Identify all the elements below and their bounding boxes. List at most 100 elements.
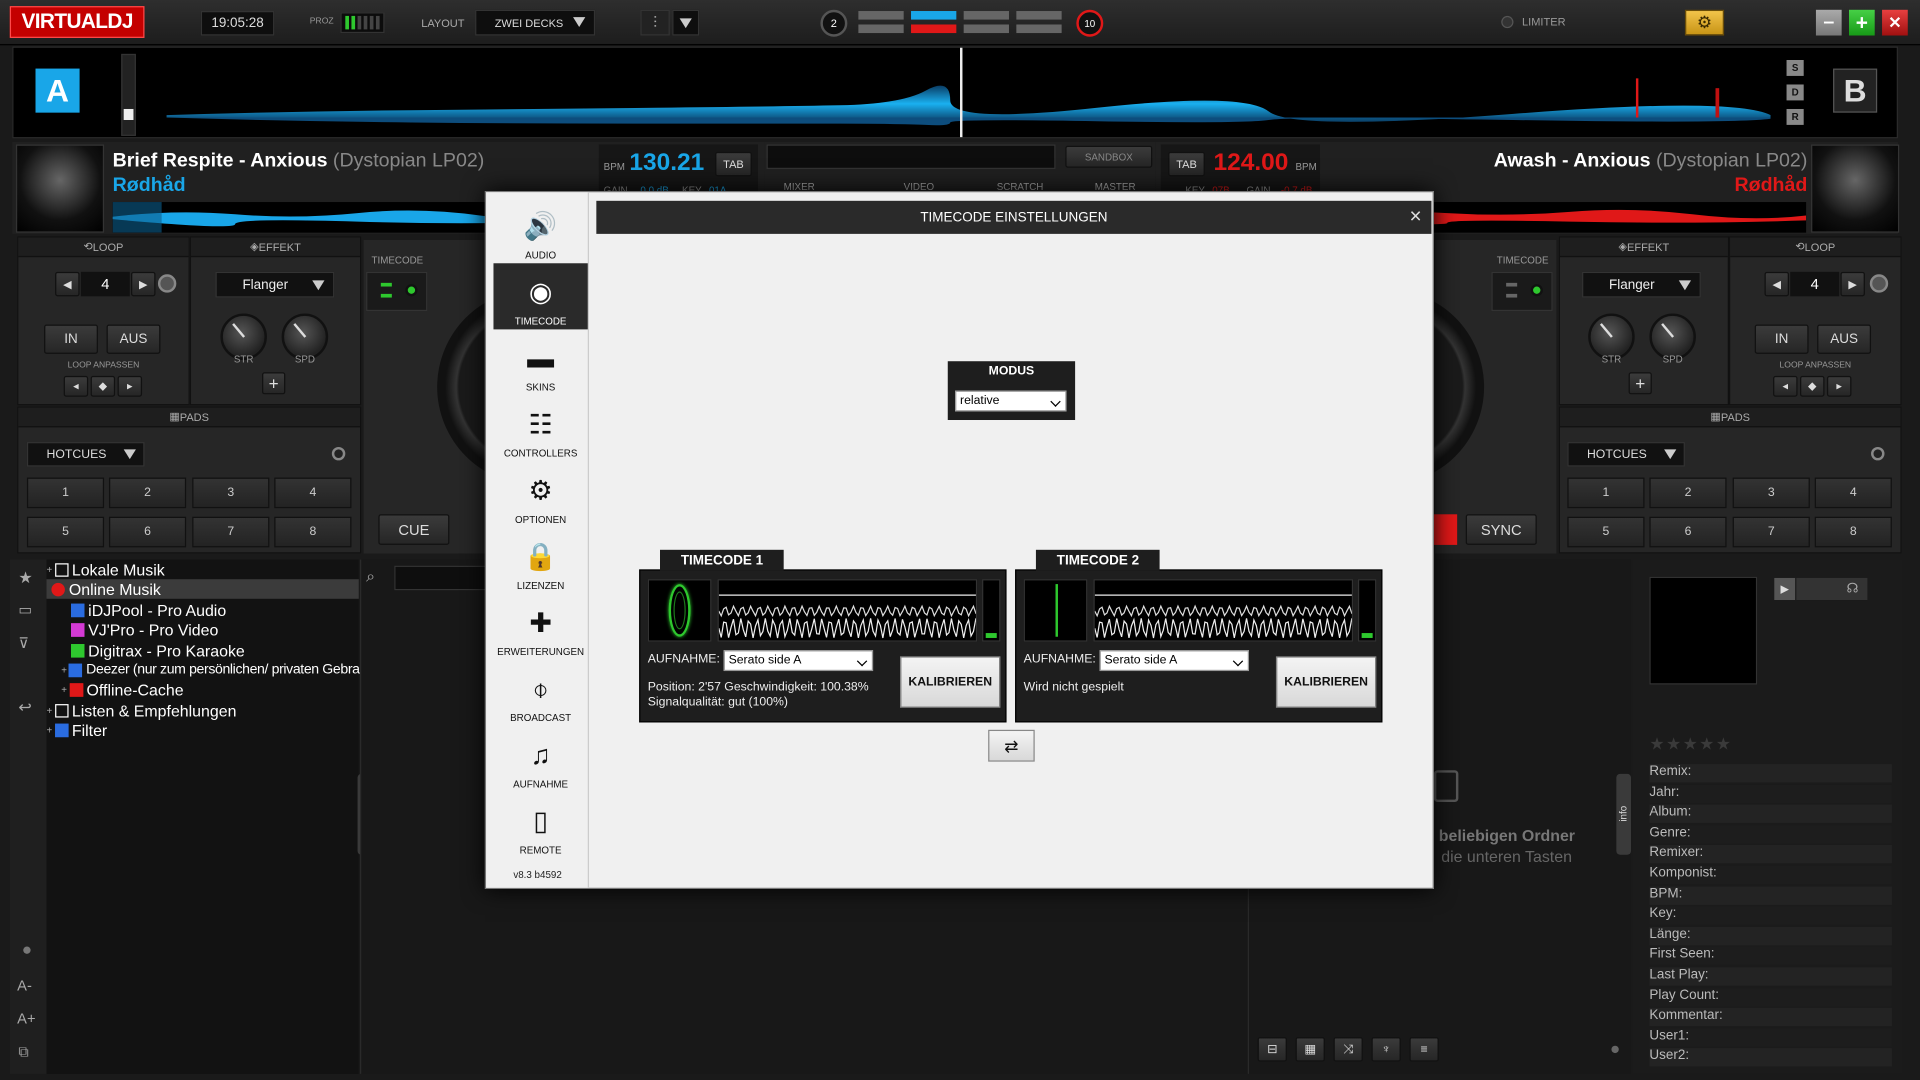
deck-b-pad-1[interactable]: 1 [1567, 477, 1645, 509]
rating-stars[interactable]: ★★★★★ [1649, 733, 1732, 754]
waveform-mode-icon[interactable]: ⫶ [640, 9, 670, 36]
sidebar-item-aufnahme[interactable]: ♫ AUFNAHME [493, 726, 587, 792]
layout-select[interactable]: ZWEI DECKS [475, 9, 596, 36]
deck-a-pad-8[interactable]: 8 [274, 516, 352, 548]
timecode-2-calibrate-button[interactable]: KALIBRIEREN [1275, 656, 1377, 708]
tree-item-digitrax[interactable]: Digitrax - Pro Karaoke [71, 640, 245, 660]
sidebar-item-skins[interactable]: ▬ SKINS [493, 329, 587, 395]
tree-item-offline-cache[interactable]: + Offline-Cache [61, 680, 183, 700]
deck-b-add-effect[interactable]: + [1628, 372, 1652, 395]
tree-item-deezer[interactable]: + Deezer (nur zum persönlichen/ privaten … [61, 660, 386, 680]
deck-layout-slot-3[interactable] [911, 11, 957, 20]
filter-icon[interactable]: ⊽ [18, 634, 29, 651]
deck-b-loop-shift[interactable]: ◆ [1800, 375, 1825, 397]
tree-item-online-musik[interactable]: Online Musik [46, 579, 359, 599]
deck-a-loop-up[interactable]: ▶ [131, 271, 156, 297]
close-window-icon[interactable]: ✕ [1882, 9, 1908, 36]
drive-icon[interactable]: ▭ [18, 601, 32, 618]
deck-b-effect-select[interactable]: Flanger [1582, 271, 1701, 298]
right-deck-selector[interactable]: 10 [1076, 9, 1104, 37]
deck-a-timecode-toggle[interactable] [366, 271, 428, 312]
shuffle-icon[interactable]: ⤨ [1333, 1037, 1363, 1062]
deck-layout-slot-1[interactable] [858, 11, 904, 20]
deck-b-loop-down[interactable]: ◀ [1764, 271, 1789, 297]
timecode-2-input-select[interactable]: Serato side A [1099, 650, 1249, 672]
sidebar-item-controllers[interactable]: ☷ CONTROLLERS [493, 396, 587, 462]
tree-item-lokale-musik[interactable]: + Lokale Musik [47, 560, 165, 580]
deck-layout-slot-2[interactable] [858, 24, 904, 34]
timecode-1-calibrate-button[interactable]: KALIBRIEREN [900, 656, 1001, 708]
deck-b-pad-8[interactable]: 8 [1814, 516, 1892, 548]
deck-a-loop-shift[interactable]: ◆ [90, 375, 116, 397]
favorites-star-icon[interactable]: ★ [18, 568, 32, 588]
deck-a-pad-4[interactable]: 4 [274, 477, 352, 509]
sandbox-button[interactable]: SANDBOX [1065, 145, 1153, 168]
deck-a-cue-button[interactable]: CUE [378, 514, 450, 545]
maximize-icon[interactable]: + [1848, 9, 1875, 36]
deck-a-pad-1[interactable]: 1 [26, 477, 105, 509]
deck-b-pad-mode[interactable]: HOTCUES [1567, 442, 1685, 467]
deck-layout-slot-5[interactable] [963, 11, 1009, 20]
minimize-icon[interactable]: – [1815, 9, 1842, 36]
deck-b-tap-button[interactable]: TAB [1168, 151, 1205, 177]
deck-b-pad-7[interactable]: 7 [1732, 516, 1810, 548]
deck-b-pad-6[interactable]: 6 [1649, 516, 1727, 548]
info-tab[interactable]: info [1616, 773, 1632, 855]
search-icon[interactable]: ⌕ [366, 567, 390, 591]
grid-view-icon[interactable]: ▦ [1295, 1037, 1325, 1062]
deck-b-pad-option[interactable] [1871, 446, 1885, 461]
deck-a-pad-7[interactable]: 7 [192, 516, 270, 548]
deck-a-effect-select[interactable]: Flanger [215, 271, 335, 298]
sidebar-item-audio[interactable]: 🔊 AUDIO [493, 197, 587, 263]
sidebar-item-erweiterungen[interactable]: ✚ ERWEITERUNGEN [493, 594, 587, 660]
deck-b-timecode-toggle[interactable] [1491, 271, 1553, 312]
deck-layout-slot-4[interactable] [911, 24, 957, 34]
sideview-icon[interactable]: ⊟ [1257, 1037, 1287, 1062]
deck-b-pad-2[interactable]: 2 [1649, 477, 1727, 509]
expand-browser-icon[interactable]: ⧉ [18, 1043, 29, 1061]
automix-icon[interactable]: ≡ [1409, 1037, 1439, 1062]
deck-a-loop-in[interactable]: IN [44, 324, 98, 354]
preview-play-icon[interactable]: ▶ [1774, 577, 1796, 601]
deck-a-pad-6[interactable]: 6 [108, 516, 187, 548]
deck-b-loop-shift-left[interactable]: ◂ [1773, 375, 1798, 397]
deck-b-loop-up[interactable]: ▶ [1840, 271, 1865, 297]
swap-timecodes-icon[interactable]: ⇄ [988, 729, 1035, 762]
deck-b-pad-4[interactable]: 4 [1814, 477, 1892, 509]
overview-s-button[interactable]: S [1786, 60, 1804, 76]
tree-item-filter[interactable]: + Filter [47, 720, 108, 740]
deck-b-loop-shift-right[interactable]: ▸ [1826, 375, 1852, 397]
deck-a-loop-knob[interactable] [157, 274, 177, 293]
deck-b-loop-knob[interactable] [1869, 274, 1889, 293]
sidebar-item-remote[interactable]: ▯ REMOTE [493, 792, 587, 858]
deck-layout-slot-7[interactable] [1016, 11, 1062, 20]
deck-a-loop-shift-right[interactable]: ▸ [117, 375, 143, 397]
deck-b-pad-5[interactable]: 5 [1567, 516, 1645, 548]
sidebar-item-lizenzen[interactable]: 🔒 LIZENZEN [493, 528, 587, 594]
settings-gear-icon[interactable]: ⚙ [1684, 9, 1725, 36]
left-deck-selector[interactable]: 2 [820, 9, 848, 37]
deck-b-sync-button[interactable]: SYNC [1465, 514, 1537, 545]
deck-a-loop-out[interactable]: AUS [106, 324, 161, 354]
deck-a-tap-button[interactable]: TAB [715, 151, 752, 177]
sidebar-item-timecode[interactable]: ◉ TIMECODE [493, 263, 588, 330]
sidebar-item-optionen[interactable]: ⚙ OPTIONEN [493, 462, 587, 528]
text-size-up-icon[interactable]: A+ [17, 1010, 35, 1027]
deck-a-loop-down[interactable]: ◀ [55, 271, 80, 297]
deck-b-loop-in[interactable]: IN [1754, 324, 1809, 354]
overview-d-button[interactable]: D [1786, 84, 1804, 101]
deck-a-pad-2[interactable]: 2 [108, 477, 187, 509]
deck-layout-slot-8[interactable] [1016, 24, 1062, 34]
headphones-icon[interactable]: ☊ [1847, 580, 1859, 597]
timecode-1-input-select[interactable]: Serato side A [723, 650, 874, 672]
deck-b-pad-3[interactable]: 3 [1732, 477, 1810, 509]
overview-r-button[interactable]: R [1786, 108, 1804, 125]
deck-b-loop-out[interactable]: AUS [1817, 324, 1872, 354]
waveform-overview[interactable]: A S D R B [12, 46, 1898, 139]
modus-select[interactable]: relative [955, 390, 1067, 412]
tree-item-listen[interactable]: + Listen & Empfehlungen [47, 700, 237, 720]
deck-a-pad-5[interactable]: 5 [26, 516, 105, 548]
close-icon[interactable]: × [1409, 204, 1421, 228]
search-input[interactable] [394, 565, 493, 591]
tree-item-idjpool[interactable]: iDJPool - Pro Audio [71, 600, 226, 620]
